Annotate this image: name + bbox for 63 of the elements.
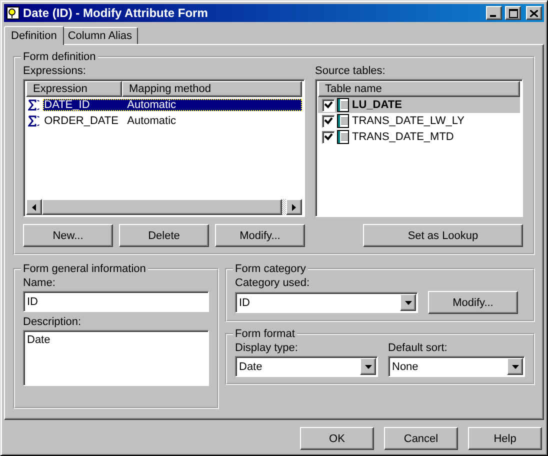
- display-type-dropdown[interactable]: Date: [235, 356, 378, 377]
- checkbox[interactable]: [322, 114, 335, 128]
- caret-icon: [364, 364, 372, 368]
- table-name: TRANS_DATE_MTD: [352, 131, 454, 143]
- left-arrow-icon: [32, 204, 36, 210]
- checkbox[interactable]: [322, 98, 335, 112]
- table-row[interactable]: TRANS_DATE_LW_LY: [318, 113, 520, 129]
- close-icon: [530, 10, 538, 16]
- expression-row[interactable]: ORDER_DATE Automatic: [43, 115, 302, 127]
- table-name: LU_DATE: [352, 99, 402, 111]
- action-button[interactable]: New...: [23, 224, 113, 247]
- dialog-button[interactable]: OK: [300, 427, 374, 450]
- right-arrow-icon: [292, 204, 296, 210]
- table-icon: [337, 130, 349, 144]
- window-title: Date (ID) - Modify Attribute Form: [23, 6, 209, 20]
- field-label: Default sort:: [388, 342, 448, 354]
- modify-button[interactable]: Modify...: [428, 291, 518, 314]
- sigma-icon: [28, 99, 42, 111]
- expression-row[interactable]: DATE_ID Automatic: [43, 99, 302, 111]
- table-row[interactable]: LU_DATE: [318, 97, 520, 113]
- group-title: Form category: [234, 263, 307, 275]
- group-title: Form definition: [22, 51, 97, 63]
- field-label: Expressions:: [23, 65, 87, 77]
- dialog-button[interactable]: Cancel: [384, 427, 458, 450]
- name-field[interactable]: ID: [23, 291, 209, 312]
- dialog-button[interactable]: Help: [468, 427, 542, 450]
- column-header[interactable]: Mapping method: [122, 81, 302, 97]
- maximize-icon: [508, 8, 518, 18]
- tab[interactable]: Definition: [4, 26, 64, 45]
- action-button[interactable]: Modify...: [215, 224, 305, 247]
- tab[interactable]: Column Alias: [62, 27, 138, 44]
- table-name: TRANS_DATE_LW_LY: [352, 115, 464, 127]
- field-label: Category used:: [235, 277, 311, 289]
- table-icon: [337, 98, 349, 112]
- dropdown-button[interactable]: [360, 358, 376, 375]
- category-dropdown[interactable]: ID: [235, 292, 418, 313]
- horizontal-scrollbar[interactable]: [26, 199, 302, 215]
- set-as-lookup-button[interactable]: Set as Lookup: [363, 224, 523, 247]
- field-label: Source tables:: [315, 65, 386, 77]
- sigma-icon: [28, 115, 42, 127]
- maximize-button[interactable]: [505, 6, 521, 20]
- caret-icon: [404, 300, 412, 304]
- table-icon: [337, 114, 349, 128]
- description-field[interactable]: Date: [23, 330, 209, 386]
- field-label: Display type:: [235, 342, 299, 354]
- group-title: Form format: [234, 328, 296, 340]
- column-header[interactable]: Table name: [318, 81, 520, 97]
- column-header[interactable]: Expression: [26, 81, 122, 97]
- default-sort-dropdown[interactable]: None: [388, 356, 525, 377]
- app-icon: [6, 6, 20, 20]
- group-title: Form general information: [22, 263, 147, 275]
- action-button[interactable]: Delete: [119, 224, 209, 247]
- table-row[interactable]: TRANS_DATE_MTD: [318, 129, 520, 145]
- expressions-list[interactable]: Expression Mapping method DATE_ID Automatic ORDER_DATE Automatic: [23, 79, 305, 217]
- source-tables-list[interactable]: Table name LU_DATE TRANS_DATE_LW_LY TRANS_DATE_MTD: [315, 79, 523, 217]
- dropdown-button[interactable]: [507, 358, 523, 375]
- checkbox[interactable]: [322, 130, 335, 144]
- caret-icon: [512, 364, 518, 368]
- minimize-button[interactable]: [486, 6, 502, 20]
- field-label: Description:: [23, 316, 82, 328]
- close-button[interactable]: [526, 6, 542, 20]
- field-label: Name:: [23, 277, 56, 289]
- dropdown-button[interactable]: [400, 294, 416, 311]
